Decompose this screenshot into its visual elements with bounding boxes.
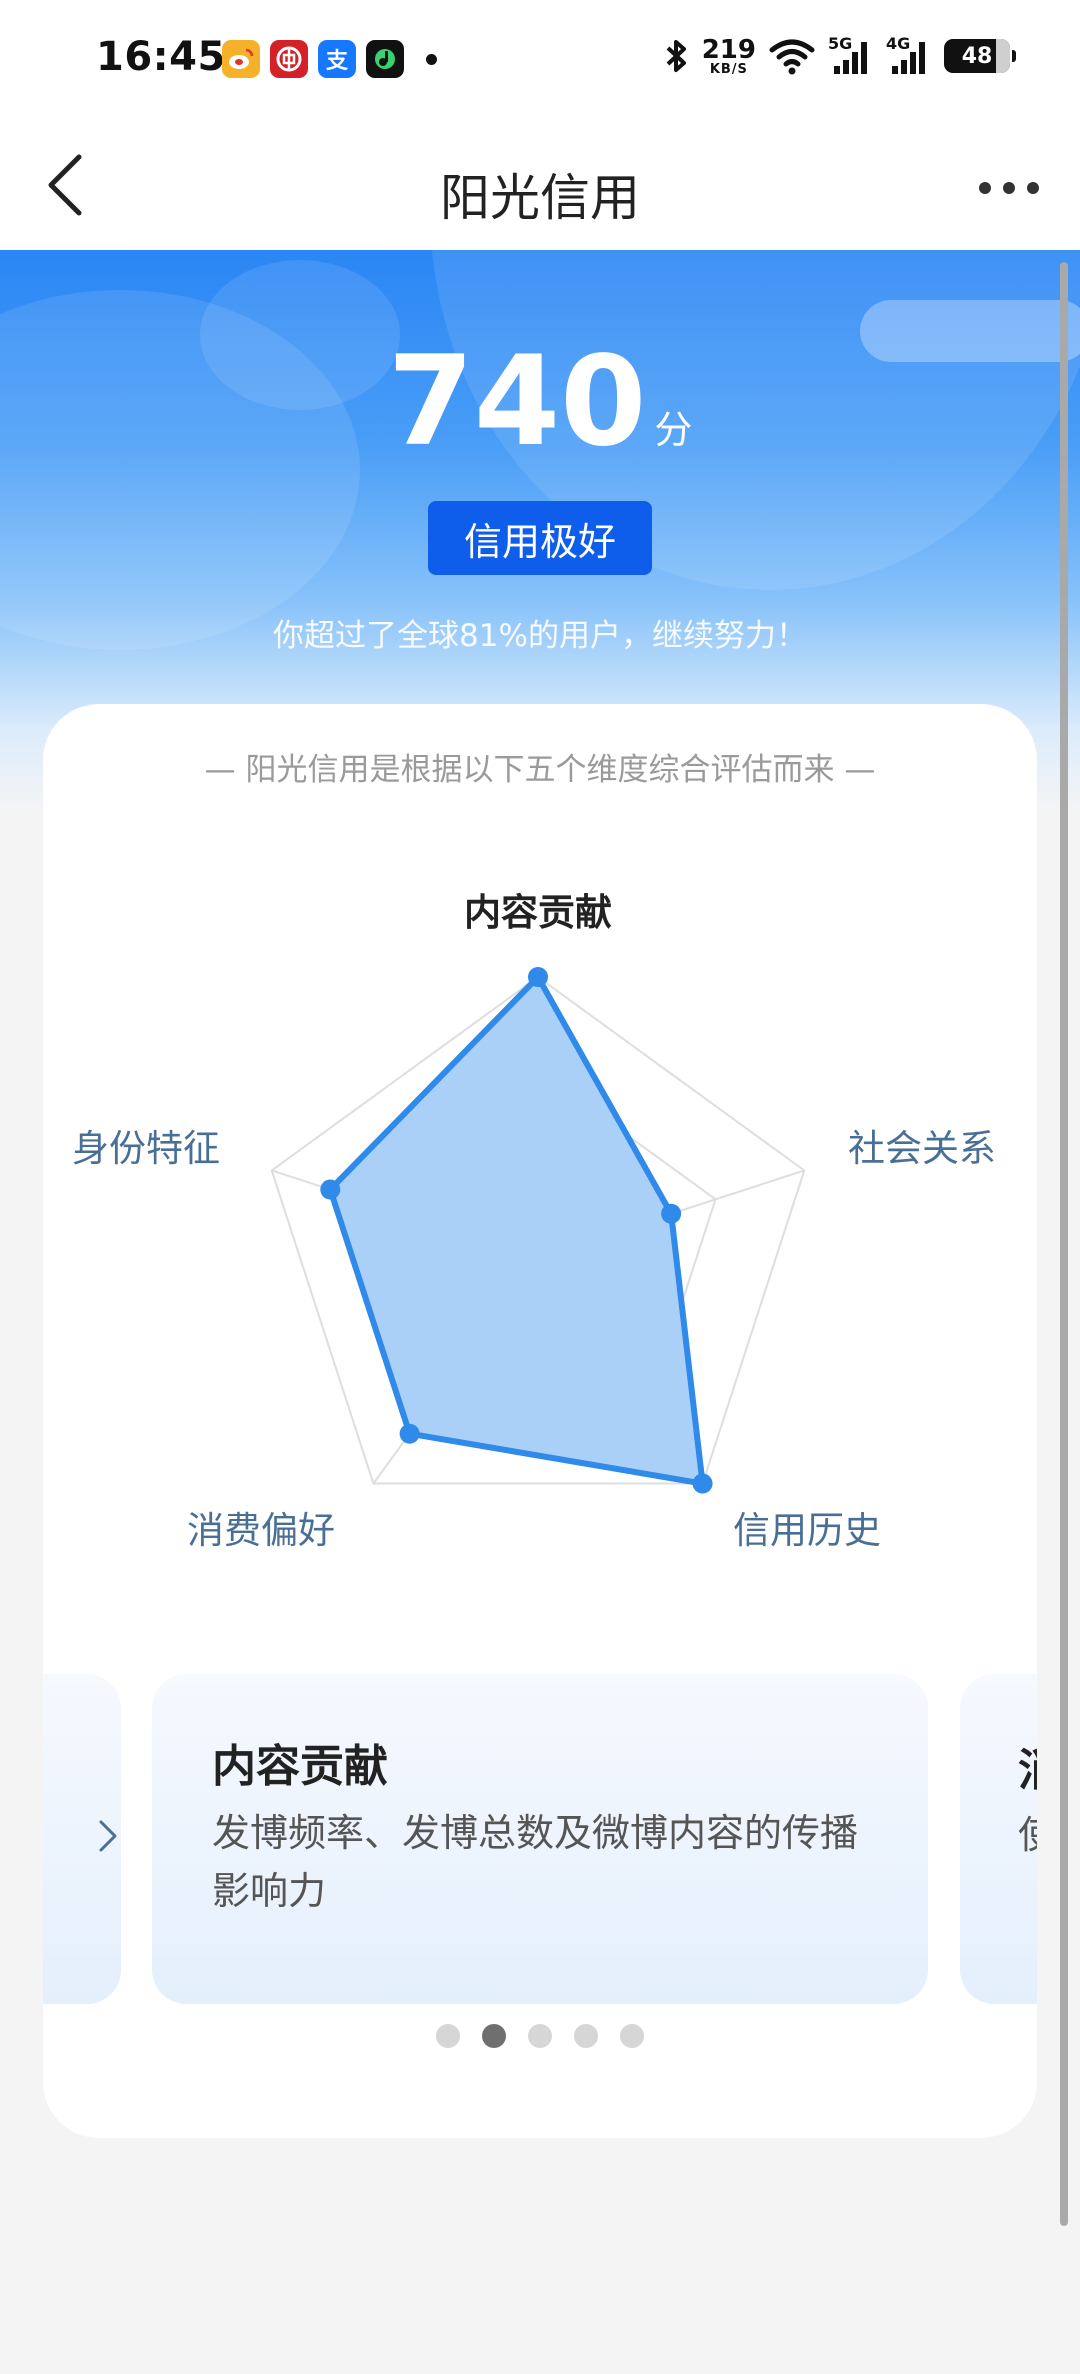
slide-title: 内容贡献 bbox=[212, 1741, 388, 1792]
music-icon bbox=[366, 40, 404, 78]
slide-description: 发博频率、发博总数及微博内容的传播影响力 bbox=[212, 1811, 859, 1913]
radar-point bbox=[528, 967, 548, 987]
weibo-icon bbox=[222, 40, 260, 78]
wifi-icon bbox=[769, 39, 815, 75]
battery-icon: 48 bbox=[944, 39, 1016, 73]
more-notifications-dot bbox=[426, 53, 437, 65]
signal-4g-icon: 4G bbox=[886, 34, 932, 76]
bank-icon bbox=[270, 40, 308, 78]
slide-previous[interactable] bbox=[43, 1674, 121, 2004]
credit-score-value: 740 bbox=[387, 330, 647, 474]
status-bar: 16:45 支 219 KB/S 5G 4G 48 bbox=[0, 0, 1080, 120]
radar-area bbox=[327, 974, 706, 1487]
alipay-icon: 支 bbox=[318, 40, 356, 78]
slide-next-title: 消 bbox=[1018, 1734, 1037, 1798]
battery-level: 48 bbox=[961, 43, 993, 69]
slide-next[interactable]: 消 使 bbox=[960, 1674, 1037, 2004]
bluetooth-icon bbox=[666, 40, 686, 72]
network-speed: 219 KB/S bbox=[702, 37, 756, 76]
dimension-label-social[interactable]: 社会关系 bbox=[848, 1118, 996, 1172]
more-dot bbox=[1003, 182, 1015, 194]
ranking-text: 你超过了全球81%的用户，继续努力！ bbox=[273, 618, 807, 654]
page-indicator bbox=[43, 2024, 1037, 2048]
more-button[interactable] bbox=[964, 158, 1054, 218]
credit-score-unit: 分 bbox=[654, 408, 693, 452]
signal-5g-icon: 5G bbox=[828, 34, 874, 76]
page-dot[interactable] bbox=[482, 2024, 506, 2048]
page-title: 阳光信用 bbox=[440, 169, 640, 227]
status-indicators: 219 KB/S 5G 4G 48 bbox=[664, 34, 1016, 76]
alipay-glyph: 支 bbox=[325, 49, 348, 74]
slide-current[interactable]: 内容贡献 发博频率、发博总数及微博内容的传播影响力 bbox=[152, 1674, 928, 2004]
page-dot[interactable] bbox=[620, 2024, 644, 2048]
page-dot[interactable] bbox=[574, 2024, 598, 2048]
credit-score: 740 分 bbox=[0, 340, 1080, 464]
radar-point bbox=[320, 1179, 341, 1200]
notification-app-icons: 支 bbox=[222, 40, 437, 78]
scrollbar[interactable] bbox=[1060, 262, 1068, 2226]
nav-bar: 阳光信用 bbox=[0, 120, 1080, 250]
dimension-label-content[interactable]: 内容贡献 bbox=[464, 882, 612, 936]
dimension-label-consumption[interactable]: 消费偏好 bbox=[187, 1500, 335, 1554]
network-speed-value: 219 bbox=[701, 34, 756, 65]
dimension-label-history[interactable]: 信用历史 bbox=[733, 1500, 881, 1554]
radar-point bbox=[661, 1203, 682, 1224]
slide-next-description: 使 bbox=[1018, 1804, 1037, 1859]
radar-point bbox=[399, 1423, 420, 1444]
credit-level-badge: 信用极好 bbox=[428, 501, 652, 575]
dimension-label-identity[interactable]: 身份特征 bbox=[72, 1118, 220, 1172]
page-dot[interactable] bbox=[436, 2024, 460, 2048]
radar-point bbox=[692, 1473, 713, 1494]
dimension-card: — 阳光信用是根据以下五个维度综合评估而来 — 内容贡献 社会关系 信用历史 消… bbox=[43, 704, 1037, 2138]
network-speed-unit: KB/S bbox=[709, 61, 748, 77]
more-dot bbox=[979, 182, 991, 194]
status-time: 16:45 bbox=[96, 34, 226, 80]
page-dot[interactable] bbox=[528, 2024, 552, 2048]
chevron-right-icon bbox=[99, 1820, 117, 1852]
more-dot bbox=[1027, 182, 1039, 194]
